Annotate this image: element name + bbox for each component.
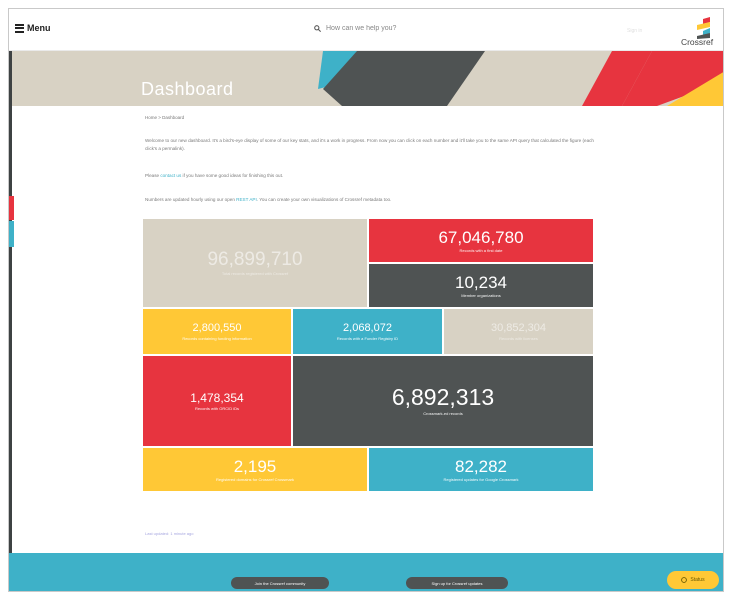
last-updated-text: Last updated: 1 minute ago <box>145 531 194 536</box>
stat-tile-funding-info[interactable]: 2,800,550 Records containing funding inf… <box>143 309 291 354</box>
contact-link[interactable]: contact us <box>160 173 181 178</box>
crossref-logo[interactable]: Crossref <box>677 17 717 47</box>
breadcrumb-current: Dashboard <box>162 115 185 120</box>
stat-tile-registry-ids[interactable]: 2,068,072 Records with a Funder Registry… <box>293 309 442 354</box>
breadcrumb: Home > Dashboard <box>145 115 184 120</box>
sign-in-link[interactable]: Sign in <box>627 28 642 34</box>
api-suffix: . You can create your own visualizations… <box>256 197 392 202</box>
stat-tile-orcid-ids[interactable]: 1,478,354 Records with ORCID iDs <box>143 356 291 446</box>
stat-label: Registered updates for Google Crossmark <box>443 476 519 482</box>
stat-label: Records with a first date <box>459 247 503 253</box>
stat-value: 6,892,313 <box>391 384 495 410</box>
menu-label: Menu <box>27 23 51 33</box>
api-paragraph: Numbers are updated hourly using our ope… <box>145 196 595 204</box>
stat-label: Registered domains for Crossref Crossmar… <box>215 476 295 482</box>
stat-value: 2,800,550 <box>192 321 242 334</box>
status-button[interactable]: Status <box>667 571 719 589</box>
api-prefix: Numbers are updated hourly using our ope… <box>145 197 237 202</box>
stat-label: Crossmark-ed records <box>423 411 463 416</box>
contact-prefix: Please <box>145 173 161 178</box>
breadcrumb-home[interactable]: Home <box>145 115 157 120</box>
rest-api-link[interactable]: REST API <box>236 197 257 202</box>
stat-tile-total-records[interactable]: 96,899,710 Total records registered with… <box>143 219 367 307</box>
search-input[interactable] <box>326 25 446 32</box>
page-banner: Dashboard <box>12 51 723 106</box>
stat-value: 30,852,304 <box>490 321 547 334</box>
stat-value: 2,068,072 <box>343 321 392 334</box>
browser-viewport: Menu Sign in Crossref <box>8 8 724 592</box>
site-footer: Join the Crossref community Sign up for … <box>9 553 723 591</box>
banner-graphic <box>318 51 723 106</box>
stat-value: 67,046,780 <box>438 227 524 247</box>
stat-tile-licenses[interactable]: 30,852,304 Records with licenses <box>444 309 593 354</box>
stat-value: 10,234 <box>455 272 507 292</box>
stat-value: 82,282 <box>455 456 507 476</box>
stat-value: 2,195 <box>233 456 277 476</box>
stat-tile-first-date[interactable]: 67,046,780 Records with a first date <box>369 219 593 262</box>
menu-button[interactable]: Menu <box>15 23 51 33</box>
crossref-logo-mark <box>697 17 710 39</box>
status-icon <box>681 577 688 583</box>
hamburger-icon <box>15 23 24 33</box>
intro-paragraph: Welcome to our new dashboard. It's a bir… <box>145 138 594 151</box>
join-community-button[interactable]: Join the Crossref community <box>231 577 329 589</box>
status-label: Status <box>690 577 705 583</box>
signup-updates-button[interactable]: Sign up for Crossref updates <box>406 577 508 589</box>
stat-value: 1,478,354 <box>190 390 244 405</box>
stat-tile-crossmark-domains[interactable]: 2,195 Registered domains for Crossref Cr… <box>143 448 367 491</box>
search-bar[interactable] <box>314 25 446 32</box>
stat-label: Records containing funding information <box>182 335 252 341</box>
stat-label: Member organizations <box>461 292 501 298</box>
stat-tile-member-orgs[interactable]: 10,234 Member organizations <box>369 264 593 307</box>
stat-label: Total records registered with Crossref <box>221 271 289 276</box>
stat-value: 96,899,710 <box>207 249 303 270</box>
stat-label: Records with ORCID iDs <box>194 405 239 411</box>
stat-tile-crossmark[interactable]: 6,892,313 Crossmark-ed records <box>293 356 593 446</box>
left-accent-blue <box>9 221 14 247</box>
stat-tile-google-crossmark[interactable]: 82,282 Registered updates for Google Cro… <box>369 448 593 491</box>
site-header: Menu Sign in Crossref <box>9 9 723 51</box>
contact-suffix: if you have some good ideas for finishin… <box>181 173 284 178</box>
left-accent-rail <box>9 51 12 563</box>
contact-paragraph: Please contact us if you have some good … <box>145 172 595 180</box>
stat-label: Records with licenses <box>499 335 538 341</box>
logo-text: Crossref <box>680 37 714 47</box>
stat-label: Records with a Funder Registry ID <box>336 335 399 341</box>
page-title: Dashboard <box>141 79 234 99</box>
search-icon <box>314 25 321 32</box>
left-accent-red <box>9 196 14 220</box>
